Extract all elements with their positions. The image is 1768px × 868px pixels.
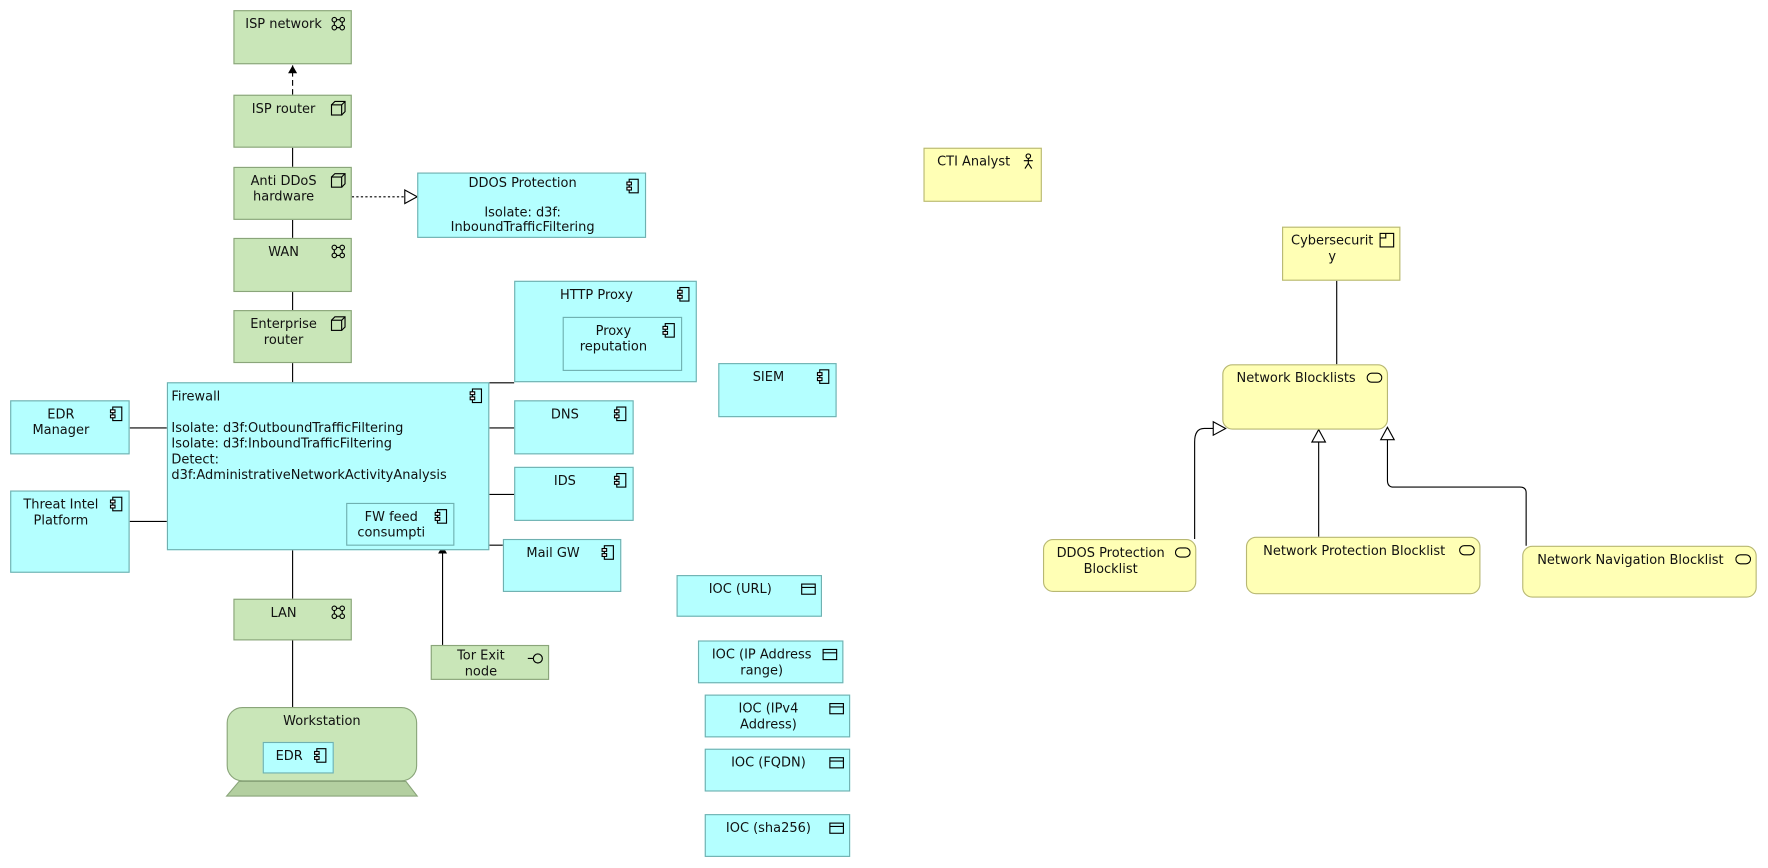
label: IOC (IPv4 Address): [738, 700, 799, 732]
node-anti-ddos[interactable]: Anti DDoS hardware: [233, 166, 352, 220]
node-ddos-protection[interactable]: DDOS Protection Isolate: d3f: InboundTra…: [417, 172, 647, 238]
component-icon: [612, 406, 628, 422]
label: Mail GW: [526, 544, 580, 561]
node-cybersecurity[interactable]: Cybersecurit y: [1282, 226, 1401, 281]
label: LAN: [270, 604, 297, 621]
component-icon: [661, 322, 677, 338]
label: FW feed consumpti: [357, 508, 426, 541]
node-cti-analyst[interactable]: CTI Analyst: [923, 147, 1042, 202]
node-dns[interactable]: DNS: [514, 400, 634, 455]
component-icon: [675, 286, 691, 302]
workstation-base: [225, 780, 419, 797]
label: DDOS Protection Blocklist: [1056, 544, 1165, 577]
node-fw-feed[interactable]: FW feed consumpti: [346, 502, 455, 546]
device-icon: [330, 173, 346, 189]
node-workstation[interactable]: Workstation EDR: [226, 706, 418, 782]
node-edr-manager[interactable]: EDR Manager: [10, 400, 130, 455]
node-siem[interactable]: SIEM: [718, 363, 837, 418]
device-icon: [330, 316, 346, 332]
data-object-icon: [829, 700, 845, 716]
label: WAN: [268, 243, 299, 260]
service-icon: [1174, 545, 1191, 561]
data-object-icon: [801, 581, 817, 597]
network-icon: [330, 16, 346, 32]
device-icon: [330, 100, 346, 116]
network-icon: [330, 244, 346, 260]
node-lan[interactable]: LAN: [233, 598, 352, 641]
component-icon: [433, 509, 449, 525]
node-ioc-ipv4[interactable]: IOC (IPv4 Address): [704, 694, 851, 738]
interface-icon: [527, 651, 544, 667]
label: DNS: [550, 405, 579, 422]
label: Threat Intel Platform: [23, 496, 99, 528]
node-ioc-ip-range[interactable]: IOC (IP Address range): [697, 640, 844, 684]
label: SIEM: [752, 368, 785, 385]
node-ddos-blocklist[interactable]: DDOS Protection Blocklist: [1042, 538, 1197, 592]
label: IOC (sha256): [725, 819, 811, 836]
label: Network Navigation Blocklist: [1537, 551, 1724, 568]
label: HTTP Proxy: [560, 286, 633, 303]
node-http-proxy[interactable]: HTTP Proxy Proxy reputation: [514, 280, 697, 383]
node-ioc-fqdn[interactable]: IOC (FQDN): [704, 748, 851, 792]
label: ISP router: [251, 100, 316, 117]
label: IOC (IP Address range): [711, 646, 812, 678]
node-firewall[interactable]: Firewall Isolate: d3f:OutboundTrafficFil…: [166, 382, 490, 551]
node-network-blocklists[interactable]: Network Blocklists: [1222, 364, 1389, 430]
node-enterprise-router[interactable]: Enterprise router: [233, 310, 352, 364]
node-network-protection-blocklist[interactable]: Network Protection Blocklist: [1245, 536, 1481, 595]
node-threat-intel[interactable]: Threat Intel Platform: [10, 490, 130, 573]
data-object-icon: [829, 820, 845, 836]
node-isp-router[interactable]: ISP router: [233, 94, 352, 148]
label: ISP network: [245, 15, 322, 32]
network-icon: [330, 604, 346, 620]
label: EDR Manager: [32, 405, 90, 438]
label: Network Protection Blocklist: [1263, 542, 1446, 559]
node-network-navigation-blocklist[interactable]: Network Navigation Blocklist: [1522, 545, 1757, 598]
label: EDR: [275, 747, 303, 764]
component-icon: [600, 545, 616, 561]
component-icon: [625, 178, 641, 194]
label: Tor Exit node: [457, 647, 505, 679]
actor-icon: [1020, 153, 1036, 169]
service-icon: [1366, 370, 1383, 386]
label: CTI Analyst: [937, 153, 1011, 170]
node-isp-network[interactable]: ISP network: [233, 10, 352, 65]
node-tor-exit[interactable]: Tor Exit node: [430, 644, 550, 680]
label: Anti DDoS hardware: [250, 172, 317, 205]
node-edr[interactable]: EDR: [262, 741, 334, 774]
node-wan[interactable]: WAN: [233, 237, 352, 293]
label: IOC (URL): [708, 580, 772, 597]
spec-ddos-blocklist: [1194, 420, 1227, 539]
label: IOC (FQDN): [731, 754, 806, 771]
label: IDS: [553, 472, 576, 489]
component-icon: [108, 496, 124, 512]
node-ids[interactable]: IDS: [514, 466, 634, 521]
service-icon: [1459, 542, 1475, 558]
label: Enterprise router: [250, 315, 317, 348]
node-ioc-sha256[interactable]: IOC (sha256): [704, 814, 851, 857]
service-icon: [1735, 551, 1752, 567]
node-mail-gw[interactable]: Mail GW: [502, 538, 622, 592]
component-icon: [815, 369, 831, 385]
label: Proxy reputation: [579, 322, 648, 355]
label: Network Blocklists: [1236, 369, 1356, 386]
product-icon: [1379, 232, 1395, 248]
node-proxy-reputation[interactable]: Proxy reputation: [562, 316, 683, 371]
label: DDOS Protection Isolate: d3f: InboundTra…: [450, 174, 595, 235]
data-object-icon: [829, 754, 845, 770]
label: Workstation: [283, 712, 361, 729]
spec-navigation-blocklist: [1379, 426, 1527, 546]
component-icon: [612, 472, 628, 488]
label: Cybersecurit y: [1291, 232, 1374, 264]
component-icon: [468, 388, 484, 404]
component-icon: [108, 406, 124, 422]
component-icon: [312, 748, 328, 764]
label: Firewall Isolate: d3f:OutboundTrafficFil…: [171, 387, 447, 483]
diagram-canvas: ISP network ISP router Anti DDoS hardwar…: [0, 0, 1768, 868]
node-ioc-url[interactable]: IOC (URL): [676, 575, 822, 617]
data-object-icon: [822, 646, 838, 662]
